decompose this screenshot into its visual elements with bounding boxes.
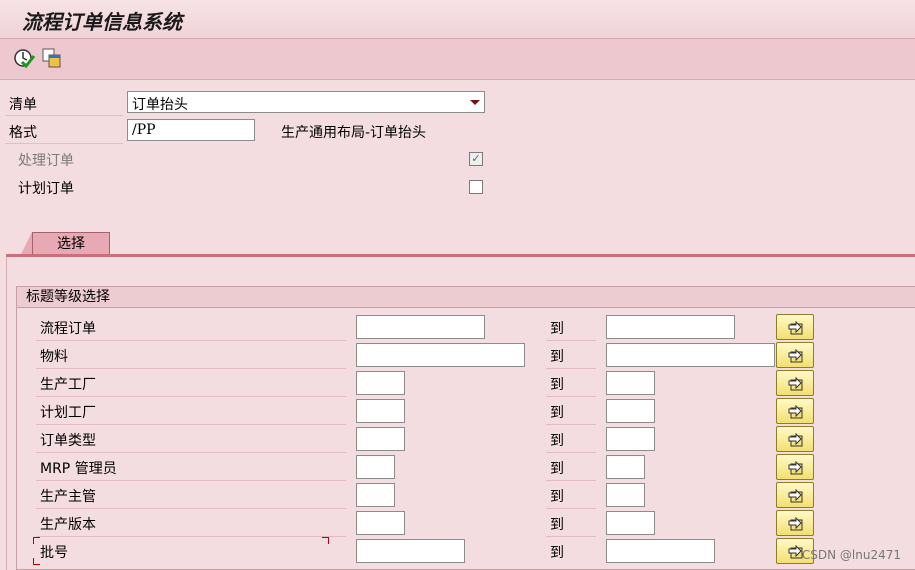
multiple-selection-button[interactable] (776, 510, 814, 536)
mrp-controller-from-input[interactable] (356, 455, 395, 479)
selection-row-mrp-controller: MRP 管理员 到 (0, 453, 915, 481)
row-label: 批号 (40, 545, 68, 561)
material-to-input[interactable] (606, 343, 775, 367)
list-label: 清单 (9, 97, 37, 113)
selection-group-title: 标题等级选择 (16, 286, 915, 308)
multiple-selection-button[interactable] (776, 314, 814, 340)
to-label: 到 (550, 405, 564, 421)
row-label: 生产工厂 (40, 377, 96, 393)
multiple-selection-button[interactable] (776, 426, 814, 452)
format-label-underline (5, 143, 123, 144)
tab-selection-label: 选择 (57, 236, 85, 252)
planned-orders-label: 计划订单 (18, 181, 74, 197)
focus-corner (322, 537, 329, 544)
planning-plant-from-input[interactable] (356, 399, 405, 423)
copy-variant-icon[interactable] (41, 47, 63, 69)
execute-clock-check-icon[interactable] (13, 47, 36, 69)
row-label: MRP 管理员 (40, 461, 117, 477)
selection-row-batch: 批号 到 (0, 537, 915, 565)
arrow-into-box-icon (788, 516, 803, 531)
row-label: 计划工厂 (40, 405, 96, 421)
selection-row-material: 物料 到 (0, 341, 915, 369)
arrow-into-box-icon (788, 348, 803, 363)
multiple-selection-button[interactable] (776, 398, 814, 424)
material-from-input[interactable] (356, 343, 525, 367)
to-label: 到 (550, 489, 564, 505)
planning-plant-to-input[interactable] (606, 399, 655, 423)
multiple-selection-button[interactable] (776, 342, 814, 368)
title-bar: 流程订单信息系统 (0, 0, 915, 39)
format-description: 生产通用布局-订单抬头 (281, 125, 427, 141)
batch-to-input[interactable] (606, 539, 715, 563)
production-version-from-input[interactable] (356, 511, 405, 535)
row-label: 生产版本 (40, 517, 96, 533)
to-label: 到 (550, 517, 564, 533)
selection-row-production-supervisor: 生产主管 到 (0, 481, 915, 509)
planned-orders-checkbox[interactable] (469, 180, 483, 194)
multiple-selection-button[interactable] (776, 370, 814, 396)
arrow-into-box-icon (788, 404, 803, 419)
focus-corner (33, 558, 40, 565)
row-label: 订单类型 (40, 433, 96, 449)
order-type-from-input[interactable] (356, 427, 405, 451)
to-label: 到 (550, 377, 564, 393)
batch-from-input[interactable] (356, 539, 465, 563)
production-plant-to-input[interactable] (606, 371, 655, 395)
selection-row-production-version: 生产版本 到 (0, 509, 915, 537)
selection-row-process-order: 流程订单 到 (0, 313, 915, 341)
format-input-value: /PP (132, 122, 156, 138)
process-orders-label: 处理订单 (18, 153, 74, 169)
application-toolbar (0, 39, 915, 80)
window-title: 流程订单信息系统 (22, 10, 182, 34)
row-label: 生产主管 (40, 489, 96, 505)
tab-strip: 选择 (6, 230, 915, 256)
process-order-from-input[interactable] (356, 315, 485, 339)
process-order-to-input[interactable] (606, 315, 735, 339)
list-label-underline (5, 115, 123, 116)
to-label: 到 (550, 433, 564, 449)
process-orders-checkbox[interactable]: ✓ (469, 152, 483, 166)
arrow-into-box-icon (788, 320, 803, 335)
mrp-controller-to-input[interactable] (606, 455, 645, 479)
row-label: 流程订单 (40, 321, 96, 337)
to-label: 到 (550, 321, 564, 337)
selection-row-production-plant: 生产工厂 到 (0, 369, 915, 397)
production-plant-from-input[interactable] (356, 371, 405, 395)
multiple-selection-button[interactable] (776, 482, 814, 508)
format-label: 格式 (9, 125, 37, 141)
list-dropdown[interactable]: 订单抬头 (127, 91, 485, 113)
format-input[interactable]: /PP (127, 119, 255, 141)
production-supervisor-to-input[interactable] (606, 483, 645, 507)
focus-corner (33, 537, 40, 544)
selection-row-order-type: 订单类型 到 (0, 425, 915, 453)
chevron-down-icon[interactable] (470, 100, 480, 105)
arrow-into-box-icon (788, 432, 803, 447)
selection-row-planning-plant: 计划工厂 到 (0, 397, 915, 425)
production-supervisor-from-input[interactable] (356, 483, 395, 507)
row-label: 物料 (40, 349, 68, 365)
arrow-into-box-icon (788, 488, 803, 503)
multiple-selection-button[interactable] (776, 454, 814, 480)
list-dropdown-value: 订单抬头 (132, 97, 188, 113)
tab-selection[interactable]: 选择 (20, 232, 110, 256)
to-label: 到 (550, 545, 564, 561)
arrow-into-box-icon (788, 460, 803, 475)
production-version-to-input[interactable] (606, 511, 655, 535)
watermark: CSDN @lnu2471 (801, 548, 901, 562)
arrow-into-box-icon (788, 376, 803, 391)
to-label: 到 (550, 461, 564, 477)
to-label: 到 (550, 349, 564, 365)
order-type-to-input[interactable] (606, 427, 655, 451)
